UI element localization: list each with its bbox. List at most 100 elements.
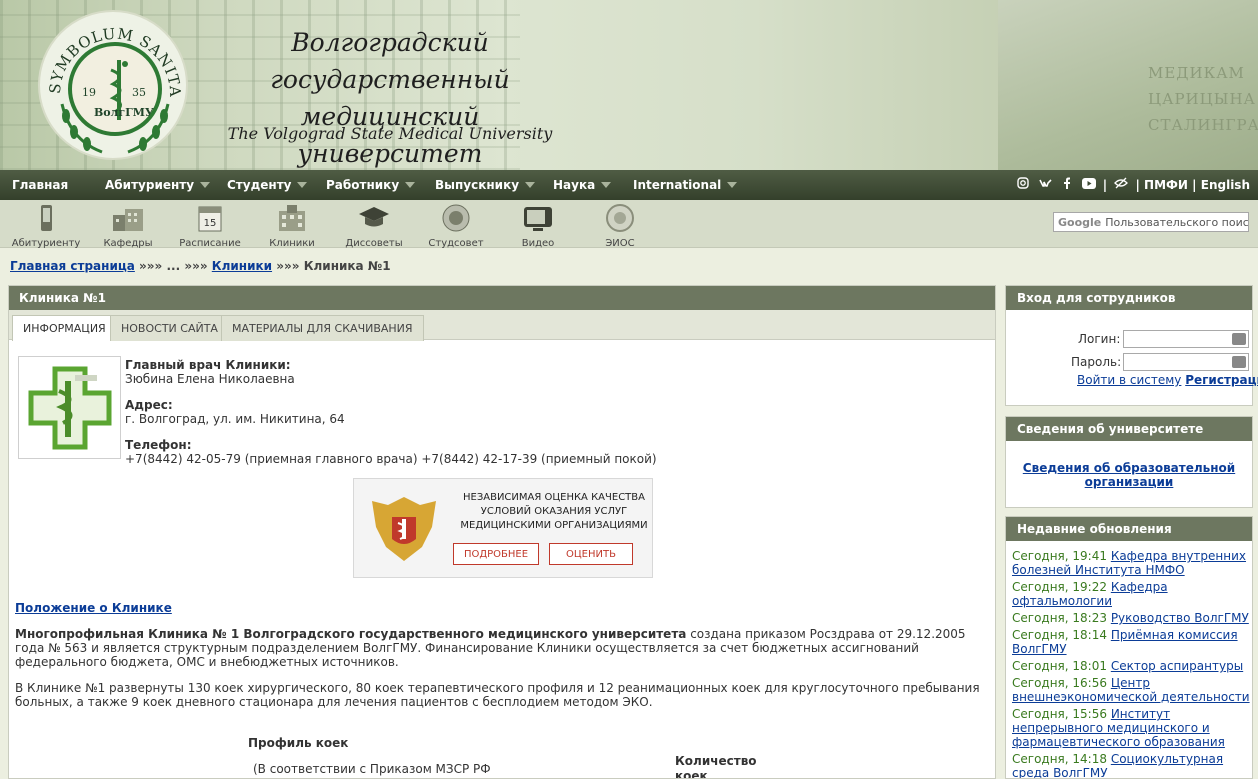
rate-button[interactable]: ОЦЕНИТЬ: [549, 543, 633, 565]
monument-engraving: МЕДИКАМ ЦАРИЦЫНА СТАЛИНГРАДА: [1148, 60, 1258, 138]
tv-icon: [524, 207, 552, 231]
tab-label: НОВОСТИ САЙТА: [121, 322, 218, 335]
quick-link-clinics[interactable]: Клиники: [252, 203, 332, 249]
quick-link-applicant[interactable]: Абитуриенту: [6, 203, 86, 249]
update-item: Сегодня, 18:23 Руководство ВолгГМУ: [1012, 611, 1252, 625]
quick-link-departments[interactable]: Кафедры: [88, 203, 168, 249]
login-label: Логин:: [1078, 332, 1121, 346]
quick-link-schedule[interactable]: 15 Расписание: [170, 203, 250, 249]
nav-item-employee[interactable]: Работнику: [326, 178, 416, 192]
tab-downloads[interactable]: МАТЕРИАЛЫ ДЛЯ СКАЧИВАНИЯ: [221, 315, 424, 341]
phone-block: Телефон: +7(8442) 42-05-79 (приемная гла…: [125, 438, 825, 466]
quick-link-video[interactable]: Видео: [498, 203, 578, 249]
nav-label: Выпускнику: [435, 178, 520, 192]
monument-line: ЦАРИЦЫНА: [1148, 90, 1256, 108]
monument-line: СТАЛИНГРАДА: [1148, 116, 1258, 134]
update-time: Сегодня, 16:56: [1012, 676, 1107, 690]
update-time: Сегодня, 19:22: [1012, 580, 1107, 594]
regulation-link[interactable]: Положение о Клинике: [15, 601, 172, 615]
update-time: Сегодня, 18:23: [1012, 611, 1107, 625]
monument-line: МЕДИКАМ: [1148, 64, 1245, 82]
breadcrumb-home-link[interactable]: Главная страница: [10, 259, 135, 273]
nav-label: Главная: [12, 178, 69, 192]
nav-label: Абитуриенту: [105, 178, 195, 192]
update-link[interactable]: Сектор аспирантуры: [1111, 659, 1243, 673]
more-button[interactable]: ПОДРОБНЕЕ: [453, 543, 539, 565]
update-link[interactable]: Руководство ВолгГМУ: [1111, 611, 1249, 625]
login-button[interactable]: Войти в систему: [1077, 373, 1181, 387]
quick-link-label: Абитуриенту: [11, 238, 81, 249]
nav-item-graduate[interactable]: Выпускнику: [435, 178, 536, 192]
university-info-link[interactable]: Сведения об образовательной организации: [1016, 461, 1242, 489]
nav-item-science[interactable]: Наука: [553, 178, 612, 192]
english-link[interactable]: English: [1201, 178, 1250, 192]
update-time: Сегодня, 15:56: [1012, 707, 1107, 721]
nav-item-applicant[interactable]: Абитуриенту: [105, 178, 211, 192]
table-header-order: (В соответствии с Приказом МЗСР РФ: [253, 762, 491, 776]
key-icon: [1232, 333, 1246, 345]
chevron-down-icon: [297, 182, 308, 188]
chevron-down-icon: [200, 182, 211, 188]
phone-label: Телефон:: [125, 438, 192, 452]
university-logo[interactable]: SYMBOLUM SANITATIS 19 35 ВолгГМУ: [38, 10, 188, 160]
password-label: Пароль:: [1071, 355, 1122, 369]
separator: |: [1102, 178, 1108, 192]
breadcrumb-separator: »»» ... »»»: [139, 259, 208, 273]
quick-link-eios[interactable]: ЭИОС: [580, 203, 660, 249]
nav-label: Наука: [553, 178, 596, 192]
nav-item-student[interactable]: Студенту: [227, 178, 308, 192]
login-input[interactable]: [1123, 330, 1249, 348]
emblem-icon: [442, 204, 470, 232]
accessibility-eye-icon[interactable]: [1114, 177, 1129, 189]
nav-label: Работнику: [326, 178, 400, 192]
update-time: Сегодня, 19:41: [1012, 549, 1107, 563]
eios-icon: [606, 204, 634, 232]
university-info-title: Сведения об университете: [1006, 417, 1252, 441]
title-line: Волгоградский: [291, 28, 489, 57]
panel-title: Клиника №1: [9, 286, 995, 310]
social-links: | | ПМФИ | English: [1014, 177, 1250, 192]
recent-updates-list: Сегодня, 19:41 Кафедра внутренних болезн…: [1012, 549, 1252, 778]
vk-icon[interactable]: [1039, 177, 1053, 189]
update-time: Сегодня, 18:01: [1012, 659, 1107, 673]
phone-value: +7(8442) 42-05-79 (приемная главного вра…: [125, 452, 657, 466]
quality-rating-banner[interactable]: НЕЗАВИСИМАЯ ОЦЕНКА КАЧЕСТВА УСЛОВИЙ ОКАЗ…: [353, 478, 653, 578]
breadcrumb-clinics-link[interactable]: Клиники: [212, 259, 272, 273]
pmfi-link[interactable]: ПМФИ: [1144, 178, 1188, 192]
logo-emblem: 19 35 ВолгГМУ: [68, 42, 162, 136]
register-link[interactable]: Регистрация: [1185, 373, 1258, 387]
update-item: Сегодня, 14:18 Социокультурная среда Вол…: [1012, 752, 1252, 778]
quick-link-label: Студсовет: [428, 238, 484, 249]
quick-link-label: Клиники: [269, 238, 315, 249]
beds-description: В Клинике №1 развернуты 130 коек хирурги…: [15, 681, 980, 709]
tab-site-news[interactable]: НОВОСТИ САЙТА: [110, 315, 229, 341]
instagram-icon[interactable]: [1017, 177, 1029, 189]
facebook-icon[interactable]: [1063, 177, 1071, 189]
banner-text: НЕЗАВИСИМАЯ ОЦЕНКА КАЧЕСТВА УСЛОВИЙ ОКАЗ…: [454, 491, 654, 533]
login-links: Войти в систему Регистрация: [1077, 373, 1258, 387]
address-block: Адрес: г. Волгоград, ул. им. Никитина, 6…: [125, 398, 825, 426]
password-input[interactable]: [1123, 353, 1249, 371]
quick-link-student-council[interactable]: Студсовет: [416, 203, 496, 249]
nav-item-international[interactable]: International: [633, 178, 738, 192]
nav-item-home[interactable]: Главная: [12, 178, 68, 192]
quick-link-label: Диссоветы: [345, 238, 403, 249]
separator: |: [1135, 178, 1140, 192]
key-icon: [1232, 356, 1246, 368]
breadcrumb-current: Клиника №1: [303, 259, 391, 273]
nav-label: Студенту: [227, 178, 292, 192]
quick-link-label: Кафедры: [103, 238, 153, 249]
medical-cross-icon: [28, 366, 112, 450]
logo-mark: ВолгГМУ: [94, 106, 154, 119]
tab-information[interactable]: ИНФОРМАЦИЯ: [12, 315, 117, 341]
chief-value: Зюбина Елена Николаевна: [125, 372, 295, 386]
chief-block: Главный врач Клиники: Зюбина Елена Никол…: [125, 358, 825, 386]
search-input[interactable]: Google Пользовательского поиска: [1053, 212, 1249, 232]
phone-icon: [41, 205, 52, 231]
quick-link-dissertation-councils[interactable]: Диссоветы: [334, 203, 414, 249]
recent-updates-box: Недавние обновления Сегодня, 19:41 Кафед…: [1005, 516, 1253, 779]
search-placeholder: Пользовательского поиска: [1105, 216, 1249, 229]
chevron-down-icon: [525, 182, 536, 188]
youtube-icon[interactable]: [1081, 178, 1096, 189]
quick-link-label: Расписание: [179, 238, 241, 249]
